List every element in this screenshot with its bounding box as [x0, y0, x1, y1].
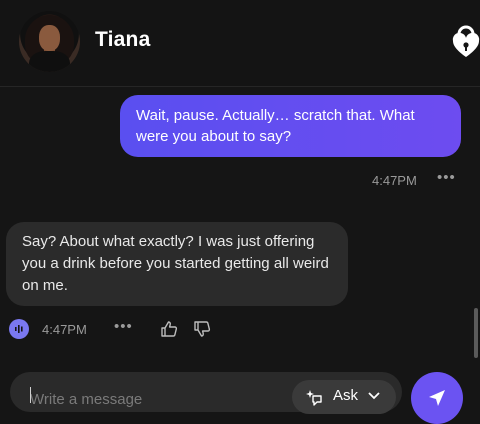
send-button[interactable] [411, 372, 463, 424]
chat-header: Tiana [0, 0, 480, 87]
message-timestamp: 4:47PM [42, 322, 87, 337]
scrollbar-thumb[interactable] [474, 308, 478, 358]
avatar[interactable] [19, 11, 80, 72]
chevron-down-icon [368, 392, 380, 400]
send-icon [429, 390, 445, 406]
more-options-button[interactable]: ••• [437, 169, 456, 186]
thumbs-down-icon[interactable] [193, 320, 211, 338]
play-audio-icon[interactable] [9, 319, 29, 339]
incoming-message-bubble[interactable]: Say? About what exactly? I was just offe… [6, 222, 348, 306]
thumbs-up-icon[interactable] [160, 320, 178, 338]
message-input[interactable] [30, 386, 280, 412]
ask-label: Ask [333, 387, 359, 404]
sparkle-chat-icon [306, 390, 322, 406]
message-timestamp: 4:47PM [372, 173, 417, 188]
contact-name[interactable]: Tiana [95, 28, 150, 52]
more-options-button[interactable]: ••• [114, 318, 133, 335]
text-caret [30, 387, 31, 403]
outgoing-message-bubble[interactable]: Wait, pause. Actually… scratch that. Wha… [120, 95, 461, 157]
lock-heart-icon[interactable] [451, 24, 480, 58]
